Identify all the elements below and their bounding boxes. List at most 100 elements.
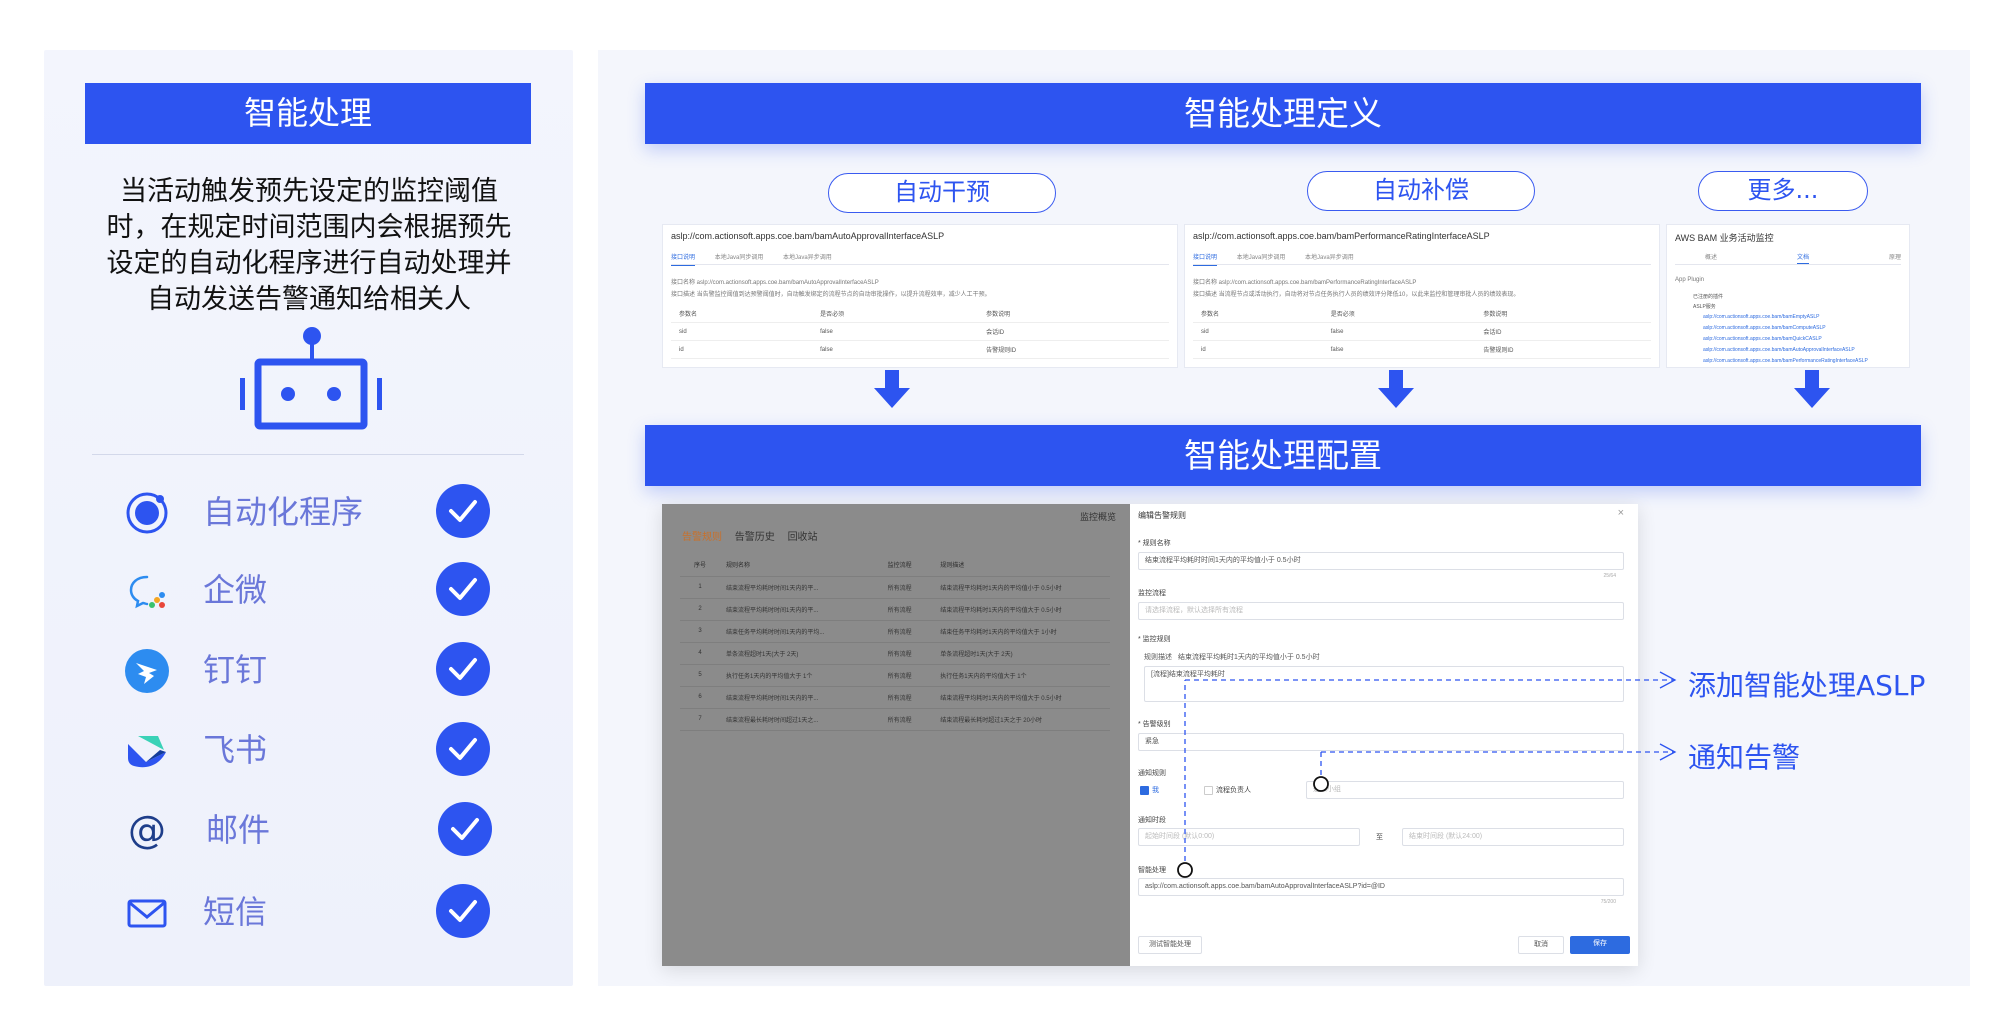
card-tabs: 概述 文档 原理: [1675, 251, 1901, 265]
time-end-input[interactable]: 结束时间段 (默认24:00): [1402, 828, 1624, 846]
at-mail-icon: @: [128, 808, 166, 852]
card-tab[interactable]: 概述: [1705, 251, 1717, 264]
plugin-item[interactable]: aslp://com.actionsoft.apps.coe.bam/bamPe…: [1703, 358, 1868, 364]
table-row[interactable]: 5 执行任务1天内的平均值大于 1个 所有流程 执行任务1天内的平均值大于 1个: [680, 664, 1110, 687]
table-header-row: 序号 规则名称 监控流程 规则描述: [680, 554, 1110, 577]
notify-owner-checkbox[interactable]: [1204, 786, 1213, 795]
cell: 参数名: [1193, 305, 1323, 323]
tab-alert-history[interactable]: 告警历史: [735, 532, 775, 543]
page: 智能处理 当活动触发预先设定的监控阈值时，在规定时间范围内会根据预先设定的自动化…: [0, 0, 2015, 1028]
cell: 所有流程: [881, 664, 935, 687]
cell: 6: [680, 686, 720, 709]
close-icon[interactable]: ×: [1618, 507, 1624, 519]
card-param-table: 参数名 是否必须 参数说明 sid false 会话ID id false 告警规则ID: [671, 305, 1169, 359]
cell: 所有流程: [881, 576, 935, 599]
cancel-button[interactable]: 取消: [1518, 936, 1564, 954]
cell: 1: [680, 576, 720, 599]
overview-link[interactable]: 监控概览: [1080, 510, 1116, 523]
rule-name-input[interactable]: 结束流程平均耗时时间1天内的平均值小于 0.5小时: [1138, 552, 1624, 570]
card-tab[interactable]: 文档: [1796, 251, 1809, 264]
process-select[interactable]: 请选择流程，默认选择所有流程: [1138, 602, 1624, 620]
notify-me-checkbox[interactable]: [1140, 786, 1149, 795]
rule-condition-input[interactable]: [流程]结束流程平均耗时: [1144, 666, 1624, 702]
level-select[interactable]: 紧急: [1138, 733, 1624, 751]
check-icon: [436, 722, 490, 776]
category-auto-intervene[interactable]: 自动干预: [828, 173, 1056, 213]
rule-tabs: 告警规则 告警历史 回收站: [682, 528, 828, 543]
card-line: 接口名称 aslp://com.actionsoft.apps.coe.bam/…: [671, 280, 879, 286]
plugin-item[interactable]: aslp://com.actionsoft.apps.coe.bam/bamAu…: [1703, 347, 1855, 353]
card-tab[interactable]: 本地Java异步调用: [1305, 251, 1354, 265]
table-row[interactable]: 1 结束流程平均耗时时间1天内的平... 所有流程 结束流程平均耗时1天内的平均值小于…: [680, 576, 1110, 599]
wecom-icon: [129, 575, 165, 609]
plugin-item: ASLP服务: [1693, 304, 1716, 310]
cell: 结束流程最长耗时超过1天之于 20小时: [934, 708, 1110, 731]
time-separator: 至: [1376, 834, 1383, 841]
table-row[interactable]: 6 结束流程平均耗时时间1天内的平... 所有流程 结束流程平均耗时1天内的平均值大于…: [680, 686, 1110, 709]
card-tab[interactable]: 接口说明: [671, 251, 696, 266]
cell: 7: [680, 708, 720, 731]
save-button[interactable]: 保存: [1570, 936, 1630, 954]
drawer-title: 编辑告警规则: [1138, 511, 1186, 520]
table-header: 监控流程: [881, 554, 935, 577]
table-header: 序号: [680, 554, 720, 577]
card-line: 接口名称 aslp://com.actionsoft.apps.coe.bam/…: [1193, 280, 1417, 286]
cell: 所有流程: [881, 708, 935, 731]
category-more[interactable]: 更多...: [1698, 171, 1868, 211]
cell: 结束流程平均耗时时间1天内的平...: [720, 686, 882, 709]
arrow-down-icon: [1378, 370, 1414, 408]
table-row[interactable]: 7 结束流程最长耗时时间超过1天之... 所有流程 结束流程最长耗时超过1天之于 20…: [680, 708, 1110, 731]
category-auto-compensate[interactable]: 自动补偿: [1307, 171, 1535, 211]
card-header: aslp://com.actionsoft.apps.coe.bam/bamPe…: [1193, 231, 1490, 241]
cell: false: [812, 322, 979, 341]
notify-me-label: 我: [1152, 787, 1159, 794]
aslp-card-plugin-list: AWS BAM 业务活动监控 概述 文档 原理 App Plugin 已注册的插…: [1666, 224, 1910, 368]
rule-name-label: * 规则名称: [1138, 540, 1171, 547]
table-row[interactable]: 2 结束流程平均耗时时间1天内的平... 所有流程 结束流程平均耗时1天内的平均值大于…: [680, 598, 1110, 621]
smart-count: 75/200: [1600, 899, 1616, 905]
card-tab[interactable]: 原理: [1889, 251, 1901, 264]
smart-label: 智能处理: [1138, 867, 1166, 874]
check-icon: [436, 884, 490, 938]
cell: 参数说明: [978, 305, 1169, 323]
cell: sid: [1193, 322, 1323, 341]
channel-automation: 自动化程序: [124, 484, 504, 540]
table-header: 规则名称: [720, 554, 882, 577]
channel-feishu: 飞书: [124, 722, 504, 778]
cell: 结束流程平均耗时时间1天内的平...: [720, 598, 882, 621]
left-panel: 智能处理 当活动触发预先设定的监控阈值时，在规定时间范围内会根据预先设定的自动化…: [44, 50, 573, 986]
plugin-item[interactable]: aslp://com.actionsoft.apps.coe.bam/bamEm…: [1703, 314, 1819, 320]
cell: 所有流程: [881, 620, 935, 643]
table-row[interactable]: 3 结束任务平均耗时时间1天内的平均... 所有流程 结束任务平均耗时1天内的平均值大…: [680, 620, 1110, 643]
edit-rule-drawer: 编辑告警规则 × * 规则名称 结束流程平均耗时时间1天内的平均值小于 0.5小…: [1130, 504, 1638, 966]
check-icon: [436, 562, 490, 616]
automation-ring-icon: [126, 492, 168, 534]
card-header: AWS BAM 业务活动监控: [1675, 233, 1774, 243]
tab-recycle-bin[interactable]: 回收站: [788, 532, 818, 543]
plugin-item[interactable]: aslp://com.actionsoft.apps.coe.bam/bamQu…: [1703, 336, 1822, 342]
config-title-bar: 智能处理配置: [645, 425, 1921, 486]
table-row[interactable]: 4 单条流程超时1天(大于 2天) 所有流程 单条流程超时1天(大于 2天): [680, 642, 1110, 665]
cell: 会话ID: [1475, 322, 1651, 341]
cell: false: [1322, 340, 1476, 359]
notify-group-select[interactable]: 通知小组: [1306, 781, 1624, 799]
card-header: aslp://com.actionsoft.apps.coe.bam/bamAu…: [671, 231, 945, 241]
config-screenshot: 监控概览 告警规则 告警历史 回收站 序号 规则名称 监控流程 规则描述 1 结束…: [662, 504, 1638, 966]
smart-aslp-input[interactable]: aslp://com.actionsoft.apps.coe.bam/bamAu…: [1138, 878, 1624, 896]
card-tab[interactable]: 本地Java异步调用: [783, 251, 832, 265]
cell: 结束流程平均耗时1天内的平均值大于 0.5小时: [934, 686, 1110, 709]
notify-owner-label: 流程负责人: [1216, 787, 1251, 794]
channel-label: 短信: [203, 893, 268, 931]
time-start-input[interactable]: 起始时间段 (默认0:00): [1138, 828, 1360, 846]
cell: false: [812, 340, 979, 359]
plugin-item[interactable]: aslp://com.actionsoft.apps.coe.bam/bamCo…: [1703, 325, 1826, 331]
card-tab[interactable]: 本地Java同步调用: [715, 251, 764, 265]
card-tab[interactable]: 接口说明: [1193, 251, 1218, 266]
cell: 单条流程超时1天(大于 2天): [934, 642, 1110, 665]
rule-table: 序号 规则名称 监控流程 规则描述 1 结束流程平均耗时时间1天内的平... 所有流…: [680, 554, 1110, 731]
test-smart-button[interactable]: 测试智能处理: [1138, 936, 1202, 954]
process-label: 监控流程: [1138, 590, 1166, 597]
tab-alert-rules[interactable]: 告警规则: [682, 532, 722, 543]
card-tab[interactable]: 本地Java同步调用: [1237, 251, 1286, 265]
plugin-item: 已注册的插件: [1693, 294, 1724, 300]
